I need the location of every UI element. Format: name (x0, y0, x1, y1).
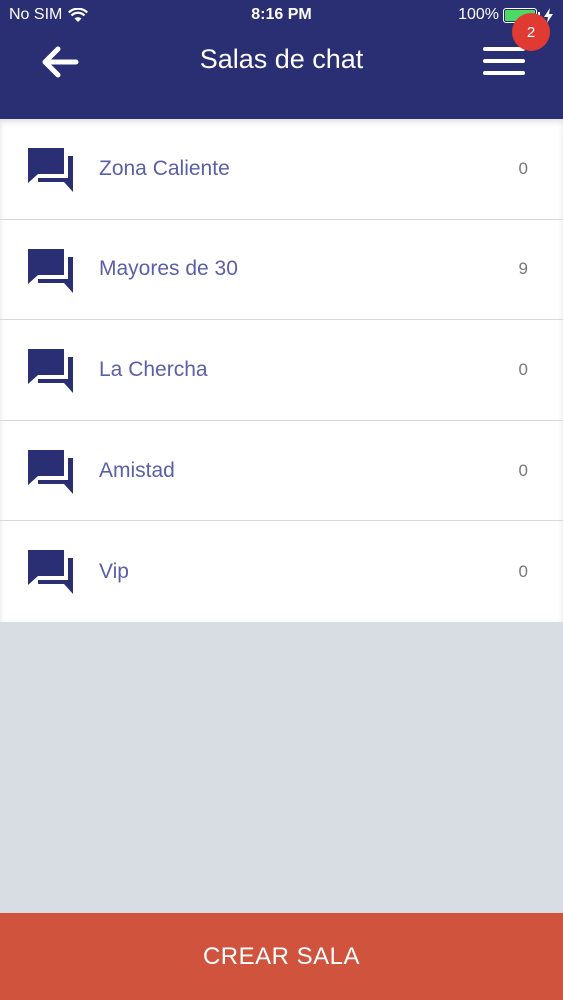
status-bar: No SIM 8:16 PM 100% (0, 0, 563, 30)
room-name: Zona Caliente (99, 156, 230, 180)
chat-bubbles-icon (28, 550, 73, 595)
chat-bubbles-icon (28, 248, 73, 293)
create-room-button[interactable]: CREAR SALA (0, 913, 563, 1000)
chat-room-item[interactable]: Mayores de 30 9 (0, 220, 563, 321)
chat-room-item[interactable]: Zona Caliente 0 (0, 119, 563, 220)
room-count: 0 (518, 158, 528, 178)
chat-bubbles-icon (28, 148, 73, 192)
room-count: 9 (518, 259, 528, 279)
chat-bubbles-icon (28, 349, 73, 394)
chat-room-item[interactable]: Amistad 0 (0, 421, 563, 522)
page-title: Salas de chat (199, 44, 364, 74)
chat-room-item[interactable]: Vip 0 (0, 521, 563, 622)
hamburger-menu-icon (483, 47, 525, 75)
notification-badge[interactable]: 2 (512, 13, 550, 51)
room-name: Mayores de 30 (99, 257, 238, 281)
app-header: No SIM 8:16 PM 100% Salas de chat 2 (0, 0, 563, 119)
room-count: 0 (518, 460, 528, 480)
menu-button[interactable] (482, 45, 526, 77)
chat-room-list: Zona Caliente 0 Mayores de 30 9 La Cherc… (0, 119, 563, 622)
battery-percent: 100% (458, 6, 499, 23)
room-name: Vip (99, 559, 129, 583)
room-name: Amistad (99, 458, 175, 482)
chat-bubbles-icon (28, 449, 73, 494)
room-name: La Chercha (99, 357, 208, 381)
room-count: 0 (518, 359, 528, 379)
room-count: 0 (518, 561, 528, 581)
chat-room-item[interactable]: La Chercha 0 (0, 320, 563, 421)
